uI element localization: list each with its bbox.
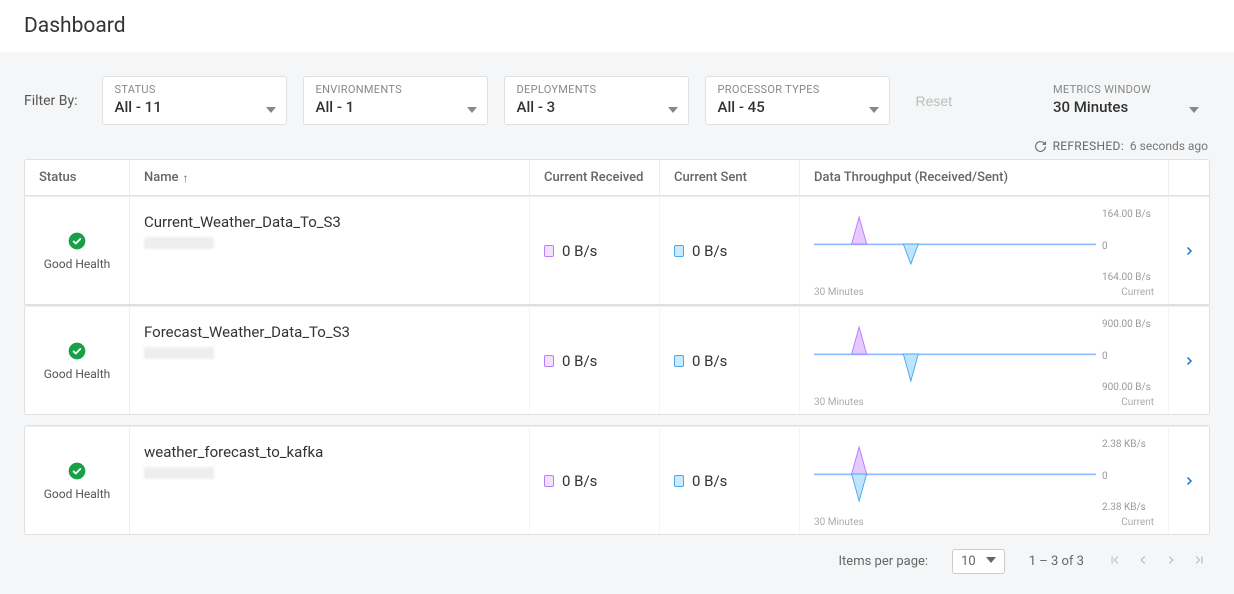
col-throughput[interactable]: Data Throughput (Received/Sent) — [800, 160, 1169, 195]
col-received[interactable]: Current Received — [530, 160, 660, 195]
filter-env-value: All - 1 — [316, 98, 402, 116]
sent-value: 0 B/s — [692, 472, 727, 490]
refreshed-value: 6 seconds ago — [1130, 139, 1208, 153]
chevron-down-icon — [668, 107, 678, 113]
throughput-sparkline — [814, 209, 1096, 279]
chart-y-labels: 2.38 KB/s 0 2.38 KB/s — [1096, 439, 1154, 513]
filter-metrics-window[interactable]: METRICS WINDOW 30 Minutes — [1040, 76, 1210, 125]
chart-x-labels: 30 Minutes Current — [814, 397, 1154, 408]
received-value: 0 B/s — [562, 242, 597, 260]
filter-bar: Filter By: STATUS All - 11 ENVIRONMENTS … — [24, 76, 1210, 125]
chart-y-labels: 164.00 B/s 0 164.00 B/s — [1096, 209, 1154, 283]
filter-processor-types[interactable]: PROCESSOR TYPES All - 45 — [705, 76, 890, 125]
page-next-button[interactable] — [1164, 553, 1178, 571]
expand-row-button[interactable] — [1169, 427, 1209, 534]
refreshed-label: REFRESHED: — [1053, 139, 1124, 153]
status-text: Good Health — [44, 487, 111, 501]
sort-asc-icon: ↑ — [183, 171, 189, 185]
throughput-sparkline — [814, 319, 1096, 389]
row-name[interactable]: weather_forecast_to_kafka — [144, 443, 323, 461]
metrics-window-value: 30 Minutes — [1053, 98, 1151, 116]
chevron-right-icon — [1183, 475, 1195, 487]
refresh-status: REFRESHED: 6 seconds ago — [24, 139, 1210, 153]
chevron-down-icon — [986, 557, 996, 563]
filter-proc-label: PROCESSOR TYPES — [718, 83, 820, 96]
row-name[interactable]: Current_Weather_Data_To_S3 — [144, 213, 341, 231]
filter-status-value: All - 11 — [115, 98, 162, 116]
chevron-down-icon — [869, 107, 879, 113]
row-name-sub — [144, 347, 214, 359]
filter-dep-value: All - 3 — [517, 98, 597, 116]
col-sent[interactable]: Current Sent — [660, 160, 800, 195]
col-name[interactable]: Name ↑ — [130, 160, 530, 195]
col-expand — [1169, 160, 1209, 195]
received-value: 0 B/s — [562, 352, 597, 370]
filter-deployments[interactable]: DEPLOYMENTS All - 3 — [504, 76, 689, 125]
chart-x-labels: 30 Minutes Current — [814, 287, 1154, 298]
row-name[interactable]: Forecast_Weather_Data_To_S3 — [144, 323, 350, 341]
items-per-page-label: Items per page: — [839, 554, 929, 569]
check-circle-icon — [67, 341, 87, 361]
check-circle-icon — [67, 231, 87, 251]
page-range: 1 – 3 of 3 — [1029, 554, 1084, 569]
cell-status: Good Health — [25, 307, 130, 414]
items-per-page-select[interactable]: 10 — [952, 549, 1005, 574]
sent-chip-icon — [674, 475, 684, 487]
table-row: Good Health Forecast_Weather_Data_To_S3 … — [25, 306, 1209, 414]
chevron-down-icon — [467, 107, 477, 113]
page-last-button[interactable] — [1192, 553, 1206, 571]
refresh-icon[interactable] — [1034, 140, 1047, 153]
filter-by-label: Filter By: — [24, 93, 78, 109]
sent-chip-icon — [674, 245, 684, 257]
chevron-right-icon — [1183, 245, 1195, 257]
filter-proc-value: All - 45 — [718, 98, 820, 116]
table-row: Good Health Current_Weather_Data_To_S3 0… — [25, 196, 1209, 304]
col-status[interactable]: Status — [25, 160, 130, 195]
cell-status: Good Health — [25, 197, 130, 304]
sent-value: 0 B/s — [692, 242, 727, 260]
table-header: Status Name ↑ Current Received Current S… — [25, 160, 1209, 196]
row-name-sub — [144, 467, 214, 479]
sent-chip-icon — [674, 355, 684, 367]
chevron-down-icon — [266, 107, 276, 113]
cell-status: Good Health — [25, 427, 130, 534]
filter-status[interactable]: STATUS All - 11 — [102, 76, 287, 125]
received-value: 0 B/s — [562, 472, 597, 490]
status-text: Good Health — [44, 257, 111, 271]
filter-environments[interactable]: ENVIRONMENTS All - 1 — [303, 76, 488, 125]
reset-button[interactable]: Reset — [906, 85, 963, 117]
row-name-sub — [144, 237, 214, 249]
pagination: Items per page: 10 1 – 3 of 3 — [24, 535, 1210, 574]
page-prev-button[interactable] — [1136, 553, 1150, 571]
expand-row-button[interactable] — [1169, 197, 1209, 304]
filter-status-label: STATUS — [115, 83, 162, 96]
chart-x-labels: 30 Minutes Current — [814, 517, 1154, 528]
sent-value: 0 B/s — [692, 352, 727, 370]
received-chip-icon — [544, 355, 554, 367]
page-first-button[interactable] — [1108, 553, 1122, 571]
received-chip-icon — [544, 245, 554, 257]
chevron-down-icon — [1189, 107, 1199, 113]
status-text: Good Health — [44, 367, 111, 381]
expand-row-button[interactable] — [1169, 307, 1209, 414]
filter-env-label: ENVIRONMENTS — [316, 83, 402, 96]
chevron-right-icon — [1183, 355, 1195, 367]
table-row: Good Health weather_forecast_to_kafka 0 … — [25, 426, 1209, 534]
page-title: Dashboard — [0, 0, 1234, 52]
received-chip-icon — [544, 475, 554, 487]
chart-y-labels: 900.00 B/s 0 900.00 B/s — [1096, 319, 1154, 393]
filter-dep-label: DEPLOYMENTS — [517, 83, 597, 96]
check-circle-icon — [67, 461, 87, 481]
throughput-sparkline — [814, 439, 1096, 509]
metrics-window-label: METRICS WINDOW — [1053, 83, 1151, 96]
